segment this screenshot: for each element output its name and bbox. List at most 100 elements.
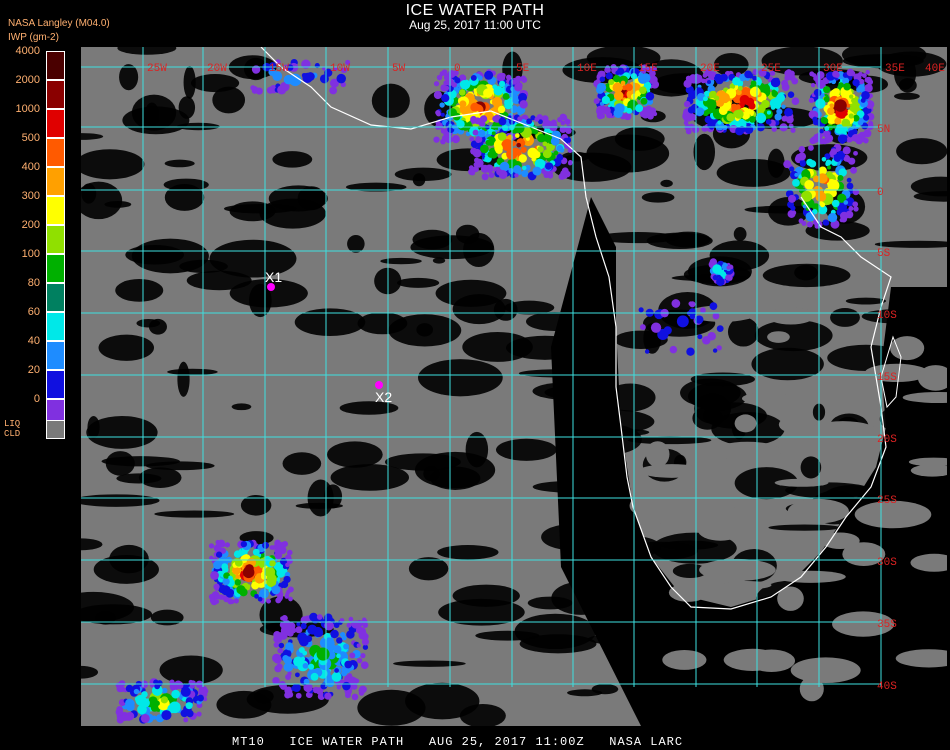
ice-cloud-cell	[194, 696, 199, 702]
liquid-cloud-patch	[678, 486, 743, 512]
ice-cloud-cell	[326, 678, 335, 688]
ice-cloud-cell	[516, 142, 522, 148]
clear-patch	[164, 159, 195, 168]
ice-cloud-cell	[545, 162, 553, 170]
ice-cloud-cell	[246, 584, 251, 589]
ice-cloud-cell	[472, 148, 482, 158]
ice-cloud-cell	[565, 127, 572, 135]
ice-cloud-cell	[847, 136, 852, 141]
ice-cloud-cell	[514, 83, 523, 92]
longitude-label: 20W	[207, 63, 227, 75]
clear-patch	[384, 453, 461, 471]
longitude-label: 35E	[885, 63, 905, 75]
ice-cloud-cell	[620, 80, 626, 86]
footer-caption: MT10 ICE WATER PATH AUG 25, 2017 11:00Z …	[232, 735, 684, 749]
ice-cloud-cell	[706, 79, 711, 84]
clear-patch	[495, 438, 557, 461]
ice-cloud-cell	[709, 302, 718, 311]
ice-cloud-cell	[820, 116, 828, 124]
clear-patch	[177, 361, 190, 397]
ice-cloud-cell	[264, 566, 276, 578]
liquid-cloud-swatch	[46, 420, 65, 439]
clear-patch	[762, 263, 851, 288]
ice-cloud-cell	[790, 127, 796, 133]
clear-patch	[768, 524, 841, 531]
clear-patch	[190, 74, 240, 93]
ice-cloud-cell	[841, 118, 851, 128]
clear-patch	[87, 415, 100, 439]
ice-cloud-cell	[517, 116, 523, 122]
liquid-cloud-label: LIQ CLD	[4, 419, 21, 439]
ice-cloud-cell	[788, 194, 797, 203]
ice-cloud-cell	[287, 671, 292, 676]
ice-cloud-cell	[127, 699, 135, 707]
clear-patch	[603, 428, 650, 436]
colorbar-label: 40	[27, 335, 40, 347]
liquid-cloud-patch	[890, 336, 925, 361]
ice-cloud-cell	[749, 116, 756, 123]
ice-cloud-cell	[846, 68, 855, 77]
clear-patch	[125, 245, 185, 265]
ice-cloud-cell	[542, 141, 548, 147]
ice-cloud-cell	[593, 80, 599, 85]
ice-cloud-cell	[470, 74, 477, 81]
ice-cloud-cell	[526, 118, 533, 125]
ice-cloud-cell	[299, 636, 309, 647]
clear-patch	[148, 318, 167, 335]
clear-patch	[282, 452, 322, 475]
ice-cloud-cell	[837, 134, 847, 144]
clear-patch	[613, 474, 628, 511]
clear-patch	[462, 331, 533, 362]
ice-cloud-cell	[771, 125, 777, 131]
ice-cloud-cell	[718, 106, 728, 116]
clear-patch	[150, 609, 184, 626]
clear-patch	[259, 198, 326, 229]
ice-cloud-cell	[451, 82, 457, 88]
ice-cloud-cell	[792, 178, 800, 187]
ice-cloud-cell	[333, 645, 342, 654]
clear-patch	[800, 456, 822, 479]
ice-cloud-cell	[798, 146, 806, 153]
ice-cloud-cell	[459, 80, 469, 89]
colorbar-swatch	[46, 167, 65, 196]
ice-cloud-cell	[116, 685, 124, 693]
ice-cloud-cell	[625, 83, 633, 92]
ice-cloud-cell	[291, 685, 297, 691]
ice-cloud-cell	[275, 657, 280, 663]
ice-cloud-cell	[834, 99, 847, 112]
colorbar-label: 300	[21, 190, 40, 202]
ice-cloud-cell	[853, 206, 859, 212]
ice-cloud-cell	[556, 145, 564, 152]
ice-cloud-cell	[787, 91, 795, 98]
colorbar-label: 2000	[15, 74, 40, 86]
ice-cloud-cell	[491, 131, 496, 136]
ice-cloud-cell	[161, 687, 168, 694]
colorbar-swatch	[46, 254, 65, 283]
ice-cloud-cell	[306, 72, 315, 81]
ice-cloud-cell	[827, 107, 835, 115]
colorbar-swatch	[46, 225, 65, 254]
ice-cloud-cell	[752, 69, 759, 75]
ice-cloud-cell	[808, 145, 814, 151]
colorbar-swatch	[46, 312, 65, 341]
ice-cloud-cell	[351, 693, 359, 701]
ice-cloud-cell	[183, 717, 189, 723]
ice-cloud-cell	[765, 75, 770, 80]
colorbar-label: 200	[21, 219, 40, 231]
ice-cloud-cell	[275, 597, 282, 604]
ice-cloud-cell	[695, 107, 705, 117]
ice-cloud-cell	[732, 76, 741, 86]
ice-cloud-cell	[568, 160, 573, 165]
clear-patch	[435, 279, 507, 307]
ice-cloud-cell	[519, 100, 528, 109]
ice-cloud-cell	[719, 92, 730, 104]
ice-cloud-cell	[738, 118, 746, 126]
ice-cloud-cell	[346, 630, 355, 639]
ice-cloud-cell	[165, 713, 170, 718]
ice-cloud-cell	[437, 122, 443, 128]
ice-cloud-cell	[229, 599, 235, 605]
liquid-cloud-patch	[638, 464, 705, 478]
liquid-cloud-patch	[775, 570, 846, 583]
ice-cloud-cell	[833, 154, 842, 162]
ice-cloud-cell	[638, 307, 644, 313]
